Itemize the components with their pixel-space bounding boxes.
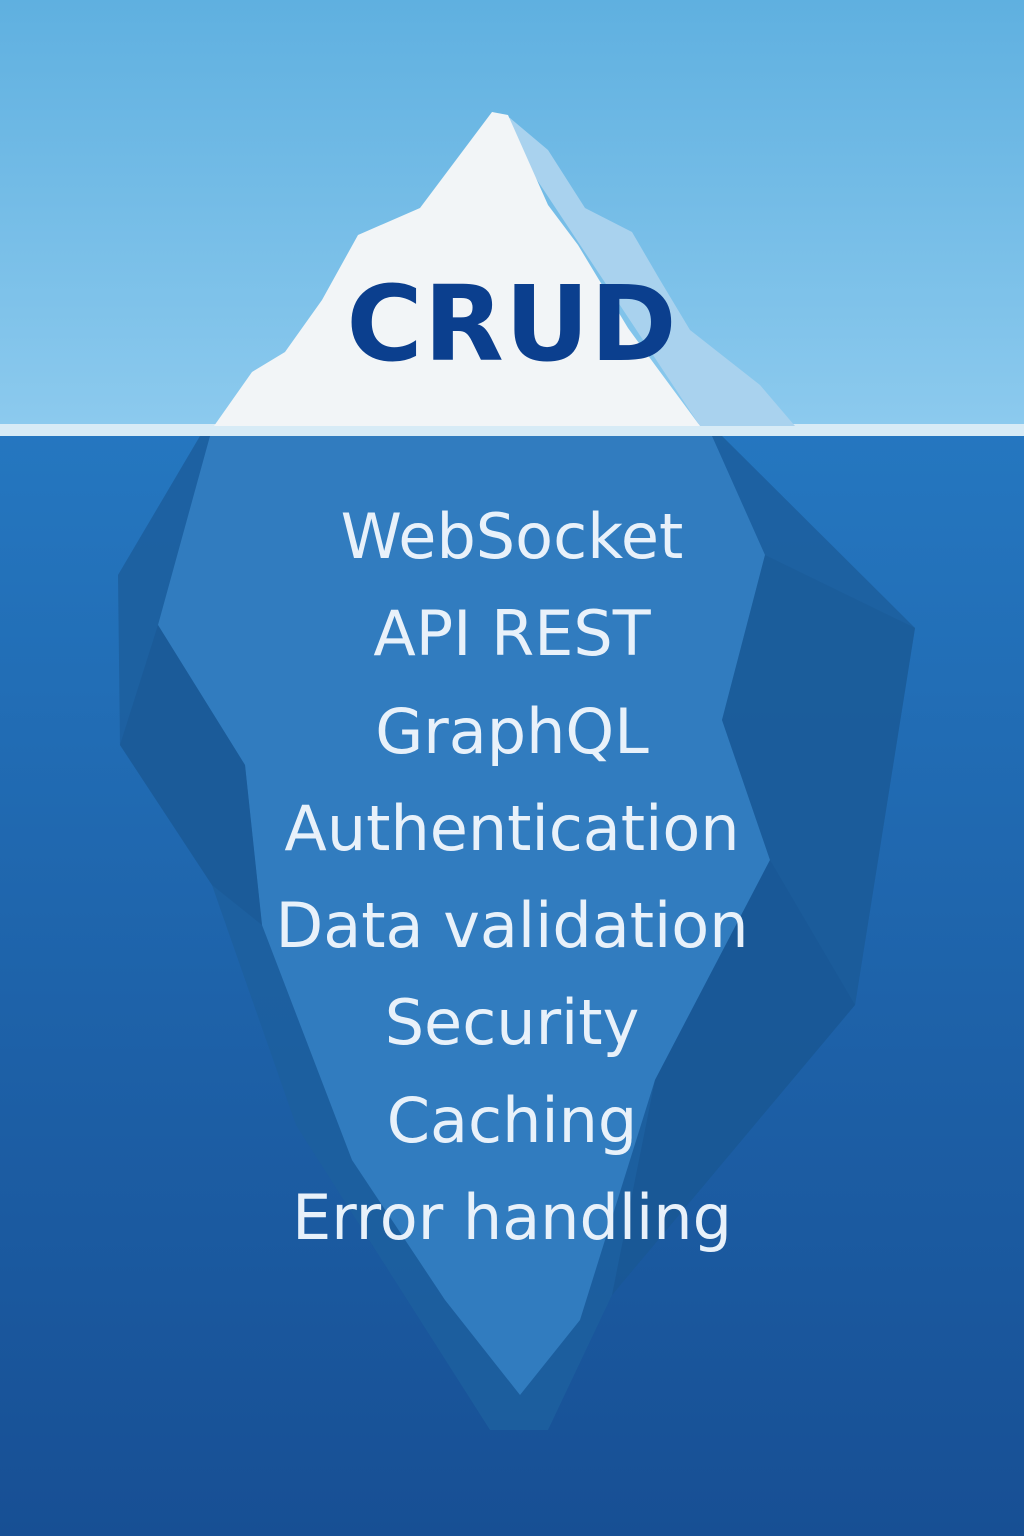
list-item-api-rest: API REST: [373, 597, 651, 671]
hidden-complexity-list: WebSocket API REST GraphQL Authenticatio…: [0, 488, 1024, 1266]
list-item-data-validation: Data validation: [275, 889, 749, 963]
list-item-authentication: Authentication: [284, 791, 740, 865]
list-item-websocket: WebSocket: [340, 500, 684, 573]
list-item-error-handling: Error handling: [292, 1181, 732, 1255]
list-item-graphql: GraphQL: [375, 694, 649, 768]
iceberg-tip-label: CRUD: [346, 263, 678, 385]
list-item-security: Security: [384, 986, 640, 1060]
iceberg-diagram: CRUD WebSocket API REST GraphQL Authenti…: [0, 0, 1024, 1536]
list-item-caching: Caching: [386, 1083, 638, 1157]
